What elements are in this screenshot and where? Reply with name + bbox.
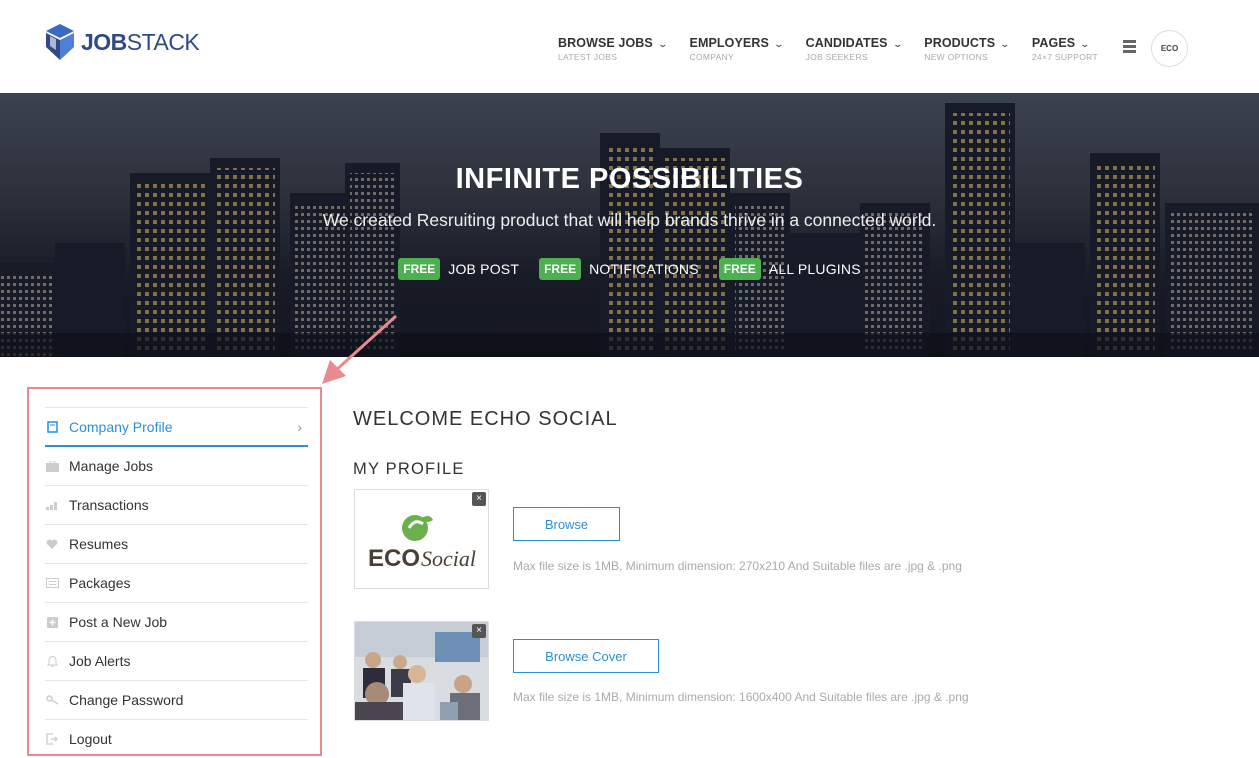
heart-icon bbox=[45, 537, 59, 551]
sidebar-item-change-password[interactable]: Change Password bbox=[45, 681, 308, 720]
tag-label: ALL PLUGINS bbox=[768, 261, 861, 277]
sidebar-item-logout[interactable]: Logout bbox=[45, 720, 308, 758]
sidebar-item-label: Resumes bbox=[69, 536, 129, 552]
tag-label: NOTIFICATIONS bbox=[589, 261, 699, 277]
logo-icon bbox=[46, 24, 74, 60]
sidebar-item-label: Transactions bbox=[69, 497, 149, 513]
cover-photo-image bbox=[355, 622, 488, 720]
cover-image-thumbnail: × bbox=[354, 621, 489, 721]
sidebar-item-label: Job Alerts bbox=[69, 653, 131, 669]
sidebar-item-manage-jobs[interactable]: Manage Jobs bbox=[45, 447, 308, 486]
sidebar-item-company-profile[interactable]: Company Profile › bbox=[45, 408, 308, 447]
free-badge: FREE bbox=[539, 258, 582, 280]
sidebar-item-label: Packages bbox=[69, 575, 131, 591]
nav-products[interactable]: PRODUCTS ⌄ NEW OPTIONS bbox=[924, 36, 1011, 62]
hamburger-menu-icon[interactable] bbox=[1123, 40, 1136, 53]
chevron-down-icon: ⌄ bbox=[1079, 39, 1091, 49]
site-header: JOBSTACK BROWSE JOBS ⌄ LATEST JOBS EMPLOY… bbox=[0, 0, 1259, 93]
logout-icon bbox=[45, 732, 59, 746]
welcome-heading: WELCOME ECHO SOCIAL bbox=[353, 408, 618, 430]
chevron-down-icon: ⌄ bbox=[999, 39, 1011, 49]
nav-candidates[interactable]: CANDIDATES ⌄ JOB SEEKERS bbox=[805, 36, 903, 62]
sidebar-item-resumes[interactable]: Resumes bbox=[45, 525, 308, 564]
sidebar-item-label: Manage Jobs bbox=[69, 458, 154, 474]
hero-title: INFINITE POSSIBILITIES bbox=[455, 163, 804, 195]
sidebar-item-label: Company Profile bbox=[69, 418, 173, 435]
avatar-label: ECO bbox=[1160, 44, 1179, 53]
avatar[interactable]: ECO bbox=[1151, 30, 1188, 67]
nav-employers[interactable]: EMPLOYERS ⌄ COMPANY bbox=[689, 36, 785, 62]
nav-browse-jobs[interactable]: BROWSE JOBS ⌄ LATEST JOBS bbox=[558, 36, 669, 62]
package-icon bbox=[45, 576, 59, 590]
tag-all-plugins: FREE ALL PLUGINS bbox=[718, 258, 861, 280]
chevron-down-icon: ⌄ bbox=[773, 39, 785, 49]
plus-icon bbox=[45, 615, 59, 629]
key-icon bbox=[45, 693, 59, 707]
company-logo-thumbnail: ECO Social × bbox=[354, 489, 489, 589]
chevron-right-icon: › bbox=[297, 418, 302, 435]
sidebar-item-label: Post a New Job bbox=[69, 614, 168, 630]
profile-heading: MY PROFILE bbox=[353, 460, 465, 478]
briefcase-icon bbox=[45, 459, 59, 473]
sidebar-item-label: Logout bbox=[69, 731, 112, 747]
nav-sub-label: JOB SEEKERS bbox=[805, 52, 868, 62]
sidebar-menu: Company Profile › Manage Jobs Transactio… bbox=[45, 407, 308, 758]
logo-text: JOBSTACK bbox=[81, 28, 200, 55]
chevron-down-icon: ⌄ bbox=[892, 39, 903, 49]
sidebar-item-job-alerts[interactable]: Job Alerts bbox=[45, 642, 308, 681]
tag-notifications: FREE NOTIFICATIONS bbox=[539, 258, 699, 280]
hero-tags: FREE JOB POST FREE NOTIFICATIONS FREE AL… bbox=[0, 258, 1259, 280]
logo[interactable]: JOBSTACK bbox=[44, 22, 200, 62]
remove-cover-close-icon[interactable]: × bbox=[472, 624, 486, 638]
sidebar-item-packages[interactable]: Packages bbox=[45, 564, 308, 603]
sidebar-item-transactions[interactable]: Transactions bbox=[45, 486, 308, 525]
sidebar-item-post-new-job[interactable]: Post a New Job bbox=[45, 603, 308, 642]
profile-icon bbox=[45, 420, 59, 434]
hero-banner: INFINITE POSSIBILITIES We created Resrui… bbox=[0, 93, 1259, 357]
chart-icon bbox=[45, 498, 59, 512]
nav-sub-label: LATEST JOBS bbox=[558, 52, 618, 62]
bell-icon bbox=[45, 654, 59, 668]
free-badge: FREE bbox=[718, 258, 761, 280]
annotation-arrow-icon bbox=[322, 314, 398, 384]
chevron-down-icon: ⌄ bbox=[657, 39, 669, 49]
logo-upload-hint: Max file size is 1MB, Minimum dimension:… bbox=[513, 559, 962, 573]
nav-sub-label: 24×7 SUPPORT bbox=[1031, 52, 1098, 62]
eco-social-logo-icon: ECO Social bbox=[368, 515, 476, 572]
free-badge: FREE bbox=[398, 258, 441, 280]
cover-upload-hint: Max file size is 1MB, Minimum dimension:… bbox=[513, 690, 969, 704]
remove-logo-close-icon[interactable]: × bbox=[472, 492, 486, 506]
browse-button[interactable]: Browse bbox=[513, 507, 620, 541]
main-nav: BROWSE JOBS ⌄ LATEST JOBS EMPLOYERS ⌄ COMP… bbox=[558, 36, 1121, 62]
nav-sub-label: COMPANY bbox=[689, 52, 734, 62]
logo-eco-text: ECO bbox=[368, 545, 420, 572]
nav-pages[interactable]: PAGES ⌄ 24×7 SUPPORT bbox=[1032, 36, 1098, 62]
tag-job-post: FREE JOB POST bbox=[398, 258, 519, 280]
logo-social-text: Social bbox=[421, 546, 476, 571]
tag-label: JOB POST bbox=[448, 261, 520, 277]
browse-cover-button[interactable]: Browse Cover bbox=[513, 639, 659, 673]
hero-subtitle: We created Resruiting product that will … bbox=[322, 210, 937, 230]
sidebar-item-label: Change Password bbox=[69, 692, 184, 708]
nav-sub-label: NEW OPTIONS bbox=[924, 52, 989, 62]
